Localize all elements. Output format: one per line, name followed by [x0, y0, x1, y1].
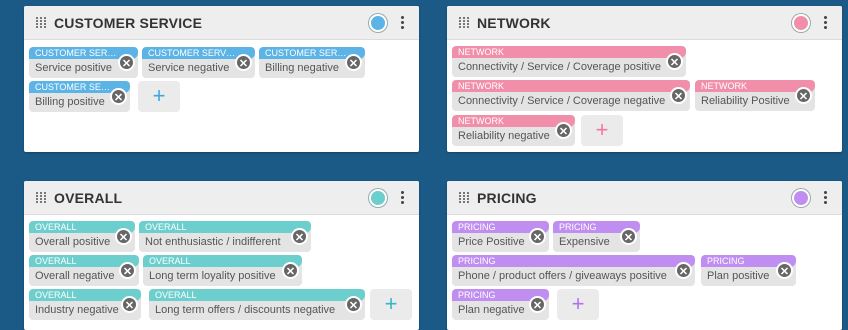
tag-chip[interactable]: NETWORK Reliability Positive ✕ [695, 80, 815, 111]
tag-category: NETWORK [452, 80, 690, 92]
tag-label: Connectivity / Service / Coverage negati… [458, 95, 666, 107]
close-circle-icon[interactable]: ✕ [529, 228, 546, 245]
tag-chip[interactable]: CUSTOMER SE… Billing positive ✕ [29, 81, 130, 112]
close-circle-icon[interactable]: ✕ [119, 262, 136, 279]
card-network: NETWORK NETWORK Connectivity / Service /… [447, 6, 842, 152]
close-circle-icon[interactable]: ✕ [282, 262, 299, 279]
color-picker-button[interactable] [369, 13, 387, 32]
card-header: PRICING [447, 181, 842, 215]
drag-handle-icon[interactable] [459, 16, 469, 29]
close-circle-icon[interactable]: ✕ [555, 122, 572, 139]
card-header: NETWORK [447, 6, 842, 40]
card-customer-service: CUSTOMER SERVICE CUSTOMER SER… Service p… [24, 6, 419, 152]
tag-chip[interactable]: PRICING Plan negative ✕ [452, 289, 549, 320]
card-pricing: PRICING PRICING Price Positive ✕ PRICING… [447, 181, 842, 330]
plus-icon[interactable]: + [557, 289, 599, 320]
more-vert-icon[interactable] [401, 16, 405, 29]
card-title: NETWORK [477, 14, 551, 31]
close-circle-icon[interactable]: ✕ [115, 228, 132, 245]
tag-chip[interactable]: OVERALL Industry negative ✕ [29, 289, 141, 320]
tag-chip[interactable]: OVERALL Not enthusiastic / indifferent ✕ [139, 221, 311, 252]
close-circle-icon[interactable]: ✕ [345, 54, 362, 71]
tag-chip[interactable]: PRICING Plan positive ✕ [701, 255, 796, 286]
tag-chip[interactable]: OVERALL Long term offers / discounts neg… [149, 289, 365, 320]
more-vert-icon[interactable] [824, 16, 828, 29]
tag-chip[interactable]: NETWORK Connectivity / Service / Coverag… [452, 80, 690, 111]
close-circle-icon[interactable]: ✕ [118, 54, 135, 71]
plus-icon[interactable]: + [581, 115, 623, 146]
color-picker-button[interactable] [792, 13, 810, 32]
tag-chip[interactable]: NETWORK Connectivity / Service / Coverag… [452, 46, 686, 77]
color-picker-button[interactable] [792, 188, 810, 207]
tag-label: Phone / product offers / giveaways posit… [458, 270, 667, 282]
tag-chip[interactable]: CUSTOMER SER… Service positive ✕ [29, 47, 138, 78]
plus-icon[interactable]: + [138, 81, 180, 112]
tag-label: Connectivity / Service / Coverage positi… [458, 61, 661, 73]
tag-chip[interactable]: PRICING Price Positive ✕ [452, 221, 549, 252]
close-circle-icon[interactable]: ✕ [620, 228, 637, 245]
tag-chip[interactable]: NETWORK Reliability negative ✕ [452, 115, 575, 146]
drag-handle-icon[interactable] [459, 191, 469, 204]
tag-label: Long term loyality positive [149, 270, 276, 282]
close-circle-icon[interactable]: ✕ [345, 296, 362, 313]
close-circle-icon[interactable]: ✕ [110, 88, 127, 105]
card-header: OVERALL [24, 181, 419, 215]
tag-chip[interactable]: OVERALL Overall negative ✕ [29, 255, 139, 286]
close-circle-icon[interactable]: ✕ [291, 228, 308, 245]
card-title: CUSTOMER SERVICE [54, 14, 203, 31]
tag-chip[interactable]: OVERALL Long term loyality positive ✕ [143, 255, 302, 286]
plus-icon[interactable]: + [370, 289, 412, 320]
card-header: CUSTOMER SERVICE [24, 6, 419, 40]
tag-category: OVERALL [139, 221, 311, 233]
close-circle-icon[interactable]: ✕ [795, 87, 812, 104]
tag-label: Long term offers / discounts negative [155, 304, 336, 316]
close-circle-icon[interactable]: ✕ [675, 262, 692, 279]
card-title: PRICING [477, 189, 537, 206]
close-circle-icon[interactable]: ✕ [776, 262, 793, 279]
tag-chip[interactable]: OVERALL Overall positive ✕ [29, 221, 135, 252]
drag-handle-icon[interactable] [36, 191, 46, 204]
tag-category: OVERALL [149, 289, 365, 301]
tag-category: NETWORK [452, 46, 686, 58]
tag-chip[interactable]: CUSTOMER SER… Billing negative ✕ [259, 47, 365, 78]
close-circle-icon[interactable]: ✕ [666, 53, 683, 70]
tag-category: PRICING [452, 255, 695, 267]
tag-category: OVERALL [143, 255, 302, 267]
close-circle-icon[interactable]: ✕ [529, 296, 546, 313]
tag-chip[interactable]: CUSTOMER SERV… Service negative ✕ [142, 47, 255, 78]
close-circle-icon[interactable]: ✕ [235, 54, 252, 71]
close-circle-icon[interactable]: ✕ [121, 296, 138, 313]
more-vert-icon[interactable] [824, 191, 828, 204]
tag-label: Not enthusiastic / indifferent [145, 236, 281, 248]
drag-handle-icon[interactable] [36, 16, 46, 29]
close-circle-icon[interactable]: ✕ [670, 87, 687, 104]
color-picker-button[interactable] [369, 188, 387, 207]
tag-chip[interactable]: PRICING Expensive ✕ [553, 221, 640, 252]
card-title: OVERALL [54, 189, 123, 206]
card-overall: OVERALL OVERALL Overall positive ✕ OVERA… [24, 181, 419, 330]
more-vert-icon[interactable] [401, 191, 405, 204]
tag-chip[interactable]: PRICING Phone / product offers / giveawa… [452, 255, 695, 286]
